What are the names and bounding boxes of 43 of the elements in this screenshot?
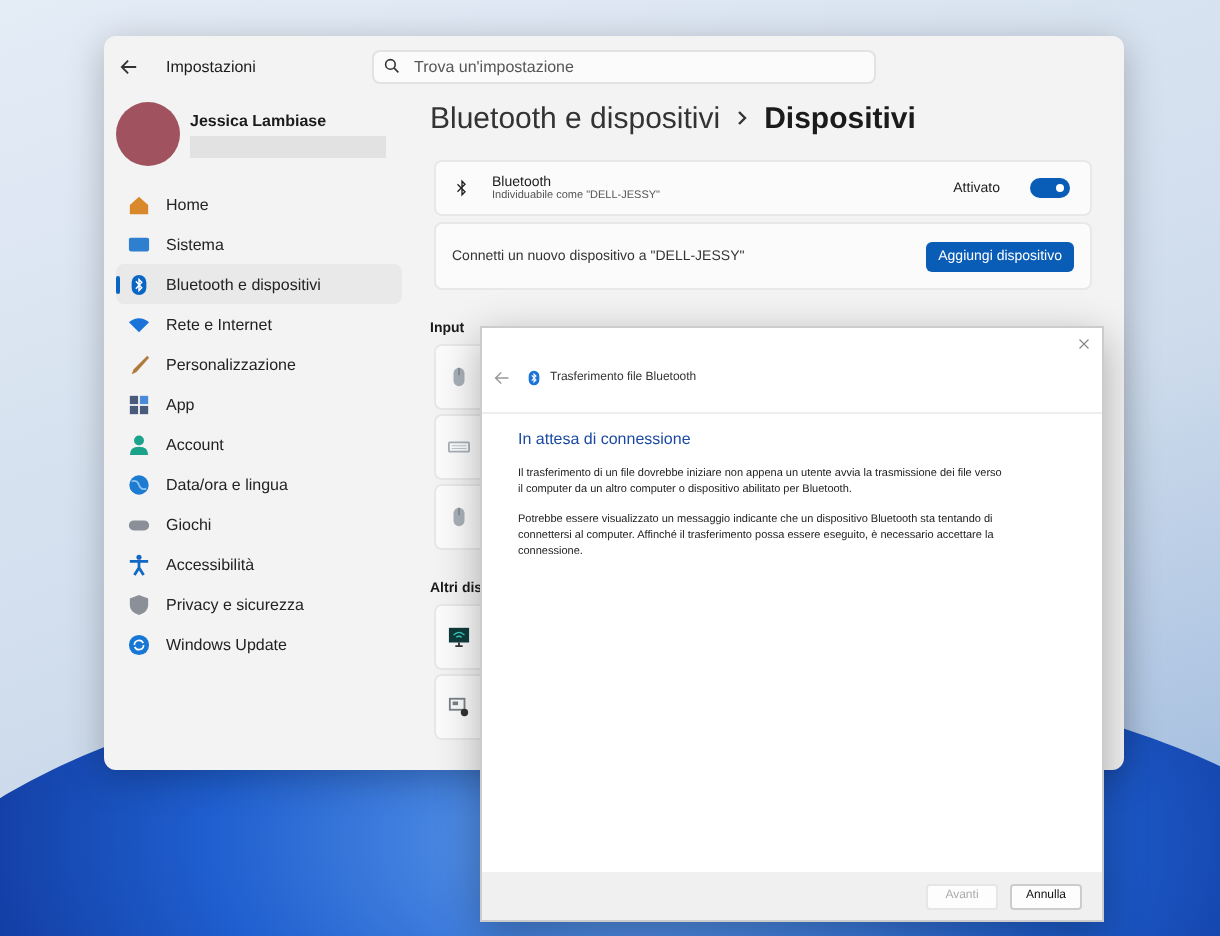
chevron-icon: [736, 108, 749, 128]
sidebar-item[interactable]: App: [116, 384, 402, 424]
mouse-icon: [448, 366, 470, 388]
sidebar-item[interactable]: Accessibilità: [116, 544, 402, 584]
account-icon: [128, 433, 150, 455]
mouse-icon: [448, 506, 470, 528]
selection-indicator: [116, 276, 120, 294]
bluetooth-icon: [456, 178, 468, 198]
breadcrumb-parent[interactable]: Bluetooth e dispositivi: [430, 101, 721, 135]
update-icon: [128, 633, 150, 655]
back-arrow-icon[interactable]: [120, 57, 138, 75]
globe-icon: [128, 473, 150, 495]
home-icon: [128, 193, 150, 215]
sidebar-item[interactable]: Bluetooth e dispositivi: [116, 264, 402, 304]
shield-icon: [128, 593, 150, 615]
network-icon: [128, 313, 150, 335]
sidebar-item[interactable]: Rete e Internet: [116, 304, 402, 344]
sidebar-item[interactable]: Data/ora e lingua: [116, 464, 402, 504]
bluetooth-icon: [526, 370, 542, 386]
sidebar-item[interactable]: Windows Update: [116, 624, 402, 664]
sidebar-item[interactable]: Personalizzazione: [116, 344, 402, 384]
avatar-circle: [116, 102, 180, 166]
search-field[interactable]: Trova un'impostazione: [372, 49, 876, 83]
sidebar-item[interactable]: Sistema: [116, 224, 402, 264]
device-card[interactable]: [434, 604, 480, 670]
monitor-icon: [448, 626, 470, 648]
user-name: Jessica Lambiase: [190, 111, 329, 129]
close-icon[interactable]: [1078, 338, 1090, 350]
bluetooth-toggle[interactable]: [1030, 178, 1070, 198]
display-icon: [448, 696, 470, 718]
keyboard-icon: [448, 436, 470, 458]
accessibility-icon: [128, 553, 150, 575]
dialog-heading: In attesa di connessione: [518, 430, 693, 448]
sidebar-item[interactable]: Account: [116, 424, 402, 464]
sidebar-item[interactable]: Giochi: [116, 504, 402, 544]
window-title: Impostazioni: [166, 57, 258, 75]
apps-icon: [128, 393, 150, 415]
sidebar-item[interactable]: Privacy e sicurezza: [116, 584, 402, 624]
bluetooth-icon: [128, 273, 150, 295]
sidebar-item[interactable]: Home: [116, 184, 402, 224]
page-title: Dispositivi: [764, 101, 916, 135]
system-icon: [128, 233, 150, 255]
brush-icon: [128, 353, 150, 375]
